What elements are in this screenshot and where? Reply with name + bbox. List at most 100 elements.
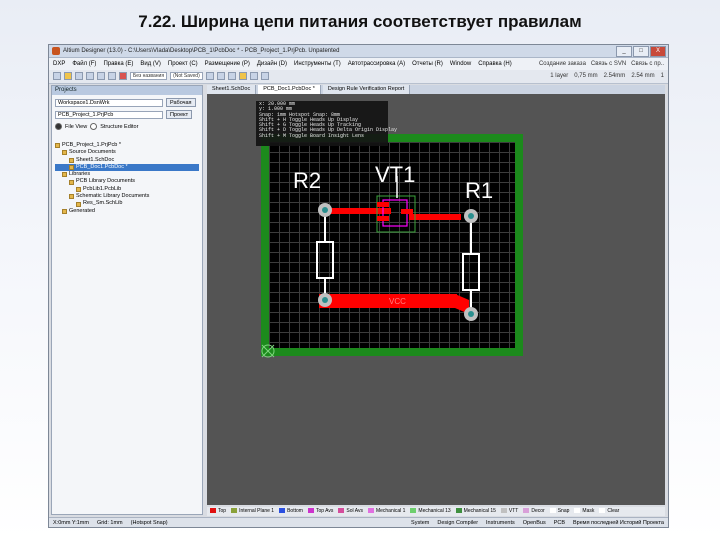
workspace-button[interactable]: Рабочая bbox=[166, 98, 196, 107]
tree-item[interactable]: PCB_Project_1.PrjPcb * bbox=[55, 142, 199, 149]
document-tab[interactable]: Design Rule Verification Report bbox=[322, 85, 411, 94]
r1-pad-1-hole bbox=[468, 213, 474, 219]
file-view-label: File View bbox=[65, 123, 88, 130]
workspace-select[interactable]: Workspace1.DsnWrk bbox=[55, 98, 163, 107]
tree-item[interactable]: Sheet1.SchDoc bbox=[55, 157, 199, 164]
tree-item[interactable]: PCB Library Documents bbox=[55, 178, 199, 185]
menu-right-item[interactable]: Связь с SVN bbox=[591, 58, 626, 70]
layer-tab[interactable]: Snap bbox=[549, 507, 569, 516]
status-panel-button[interactable]: System bbox=[411, 518, 429, 527]
menu-item[interactable]: Дизайн (D) bbox=[257, 58, 287, 70]
layer-tab[interactable]: Top Avs bbox=[307, 507, 333, 516]
tree-item-label: PCB_Project_1.PrjPcb * bbox=[62, 142, 121, 148]
menu-item[interactable]: Отчеты (R) bbox=[412, 58, 443, 70]
tree-item[interactable]: Libraries bbox=[55, 171, 199, 178]
route-icon[interactable] bbox=[119, 72, 127, 80]
tree-item-label: Generated bbox=[69, 207, 95, 214]
layer-tab[interactable]: VTT bbox=[500, 507, 518, 516]
structure-editor-radio[interactable] bbox=[90, 123, 98, 130]
layer-tab[interactable]: Mask bbox=[574, 507, 594, 516]
heads-up-display: x: 20.000 mm y: 1.000 mm Snap: 1mm Hotspot… bbox=[256, 101, 397, 146]
document-select[interactable]: (Not Saved) bbox=[170, 72, 203, 80]
tree-item[interactable]: PCB_Doc1.PcbDoc * bbox=[55, 163, 199, 172]
menu-item[interactable]: Вид (V) bbox=[140, 58, 161, 70]
menu-right-item[interactable]: Связь с пр.. bbox=[631, 58, 664, 70]
place-string-icon[interactable] bbox=[238, 72, 247, 80]
layer-tab[interactable]: Mechanical 1 bbox=[367, 507, 405, 516]
toolbar-setting[interactable]: 2.54 mm bbox=[631, 70, 654, 83]
menu-item[interactable]: Правка (E) bbox=[103, 58, 133, 70]
menu-item[interactable]: DXP bbox=[53, 58, 65, 70]
layer-tab[interactable]: Mechanical 15 bbox=[455, 507, 496, 516]
vcc-power-trace[interactable] bbox=[319, 294, 457, 308]
layer-tab[interactable]: Sol Avs bbox=[338, 507, 363, 516]
place-polygon-icon[interactable] bbox=[260, 72, 269, 80]
tree-item[interactable]: Schematic Library Documents bbox=[55, 193, 199, 200]
folder-icon bbox=[55, 143, 60, 149]
status-panel-button[interactable]: Design Compiler bbox=[437, 518, 478, 527]
altium-logo-icon bbox=[52, 47, 60, 55]
cut-icon[interactable] bbox=[108, 72, 116, 80]
layer-tab[interactable]: Top bbox=[210, 507, 226, 516]
toolbar-setting[interactable]: 0,75 mm bbox=[574, 70, 597, 83]
vt1-pad-3[interactable] bbox=[401, 209, 413, 214]
menu-bar: DXP Файл (F) Правка (E) Вид (V) Проект (C) Ра… bbox=[49, 58, 668, 70]
layer-tab[interactable]: Clear bbox=[599, 507, 619, 516]
project-select[interactable]: PCB_Project_1.PrjPcb bbox=[55, 110, 163, 119]
menu-item[interactable]: Автотрассировка (A) bbox=[348, 58, 405, 70]
open-folder-icon[interactable] bbox=[64, 72, 72, 80]
layer-tab[interactable]: Decor bbox=[523, 507, 545, 516]
variant-select[interactable]: Без названия bbox=[130, 72, 168, 80]
folder-icon bbox=[69, 165, 74, 171]
vt1-pad-2[interactable] bbox=[377, 216, 389, 221]
file-view-radio[interactable] bbox=[55, 123, 62, 130]
status-panel-button[interactable]: PCB bbox=[554, 518, 565, 527]
place-component-icon[interactable] bbox=[249, 72, 258, 80]
layer-tab[interactable]: Internal Plane 1 bbox=[231, 507, 274, 516]
tree-item[interactable]: Source Documents bbox=[55, 149, 199, 156]
trace-vt1-r1[interactable] bbox=[409, 214, 461, 220]
menu-right-item[interactable]: Создание заказа bbox=[539, 58, 586, 70]
tree-item[interactable]: PcbLib1.PcbLib bbox=[55, 186, 199, 193]
tree-item[interactable]: Generated bbox=[55, 208, 199, 215]
new-file-icon[interactable] bbox=[53, 72, 61, 80]
document-tab[interactable]: PCB_Doc1.PcbDoc * bbox=[258, 85, 321, 94]
pcb-editor[interactable]: Sheet1.SchDoc PCB_Doc1.PcbDoc * Design Rul… bbox=[207, 85, 665, 505]
layer-tab-label: Mask bbox=[582, 508, 595, 514]
menu-item[interactable]: Инструменты (T) bbox=[294, 58, 341, 70]
toolbar-setting[interactable]: 1 bbox=[661, 70, 664, 83]
minimize-button[interactable]: _ bbox=[616, 46, 632, 57]
layer-tab-label: Decor bbox=[531, 508, 545, 514]
place-pad-icon[interactable] bbox=[216, 72, 225, 80]
close-button[interactable]: X bbox=[650, 46, 666, 57]
pcb-board-area[interactable]: VCC R2 VT1 R1 bbox=[269, 142, 515, 348]
pcb-layout-svg: VCC R2 VT1 R1 bbox=[293, 162, 493, 321]
layer-color-swatch bbox=[455, 508, 462, 514]
layer-tab[interactable]: Mechanical 13 bbox=[410, 507, 451, 516]
maximize-button[interactable]: □ bbox=[633, 46, 649, 57]
status-panel-button[interactable]: Instruments bbox=[486, 518, 515, 527]
save-icon[interactable] bbox=[75, 72, 83, 80]
place-via-icon[interactable] bbox=[227, 72, 236, 80]
tree-item[interactable]: Res_Sm.SchLib bbox=[55, 200, 199, 207]
layer-color-swatch bbox=[549, 508, 556, 514]
menu-item[interactable]: Размещение (P) bbox=[205, 58, 250, 70]
menu-item[interactable]: Справка (H) bbox=[478, 58, 512, 70]
menu-item[interactable]: Проект (C) bbox=[168, 58, 198, 70]
project-button[interactable]: Проект bbox=[166, 110, 193, 119]
toolbar-setting[interactable]: 1 layer bbox=[550, 70, 568, 83]
status-panel-button[interactable]: Время последней Историй Проекта bbox=[573, 518, 664, 527]
layer-color-swatch bbox=[231, 508, 238, 514]
folder-icon bbox=[62, 172, 67, 178]
layer-tab[interactable]: Bottom bbox=[279, 507, 303, 516]
zoom-icon[interactable] bbox=[97, 72, 105, 80]
place-track-icon[interactable] bbox=[205, 72, 214, 80]
vt1-pad-1[interactable] bbox=[377, 202, 389, 207]
toolbar-setting[interactable]: 2.54mm bbox=[604, 70, 626, 83]
menu-item[interactable]: Window bbox=[450, 58, 471, 70]
menu-item[interactable]: Файл (F) bbox=[72, 58, 96, 70]
print-icon[interactable] bbox=[86, 72, 94, 80]
folder-icon bbox=[69, 194, 74, 200]
status-panel-button[interactable]: OpenBus bbox=[523, 518, 546, 527]
document-tab[interactable]: Sheet1.SchDoc bbox=[207, 85, 257, 94]
